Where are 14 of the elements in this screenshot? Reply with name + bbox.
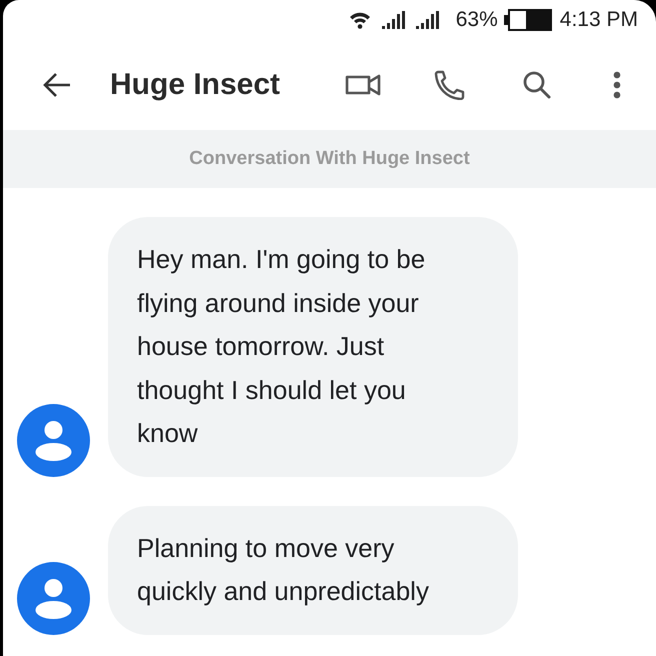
- avatar-icon: [17, 562, 90, 634]
- contact-name: Huge Insect: [110, 68, 282, 102]
- more-vertical-icon: [612, 70, 622, 100]
- message-text: Hey man. I'm going to be flying around inside your house tomorrow. Just thought I should let you know: [137, 243, 426, 450]
- battery-icon: [504, 9, 552, 31]
- signal-icon: [416, 11, 439, 29]
- battery-percent: 63%: [456, 8, 498, 32]
- signal-icon: [382, 11, 405, 29]
- back-arrow-icon: [42, 72, 72, 98]
- wifi-icon: [348, 11, 371, 29]
- message-text: Planning to move very quickly and unpredictably: [137, 532, 430, 608]
- banner-text: Conversation With Huge Insect: [189, 148, 470, 170]
- avatar-icon: [17, 404, 90, 476]
- clock-time: 4:13 PM: [560, 8, 638, 32]
